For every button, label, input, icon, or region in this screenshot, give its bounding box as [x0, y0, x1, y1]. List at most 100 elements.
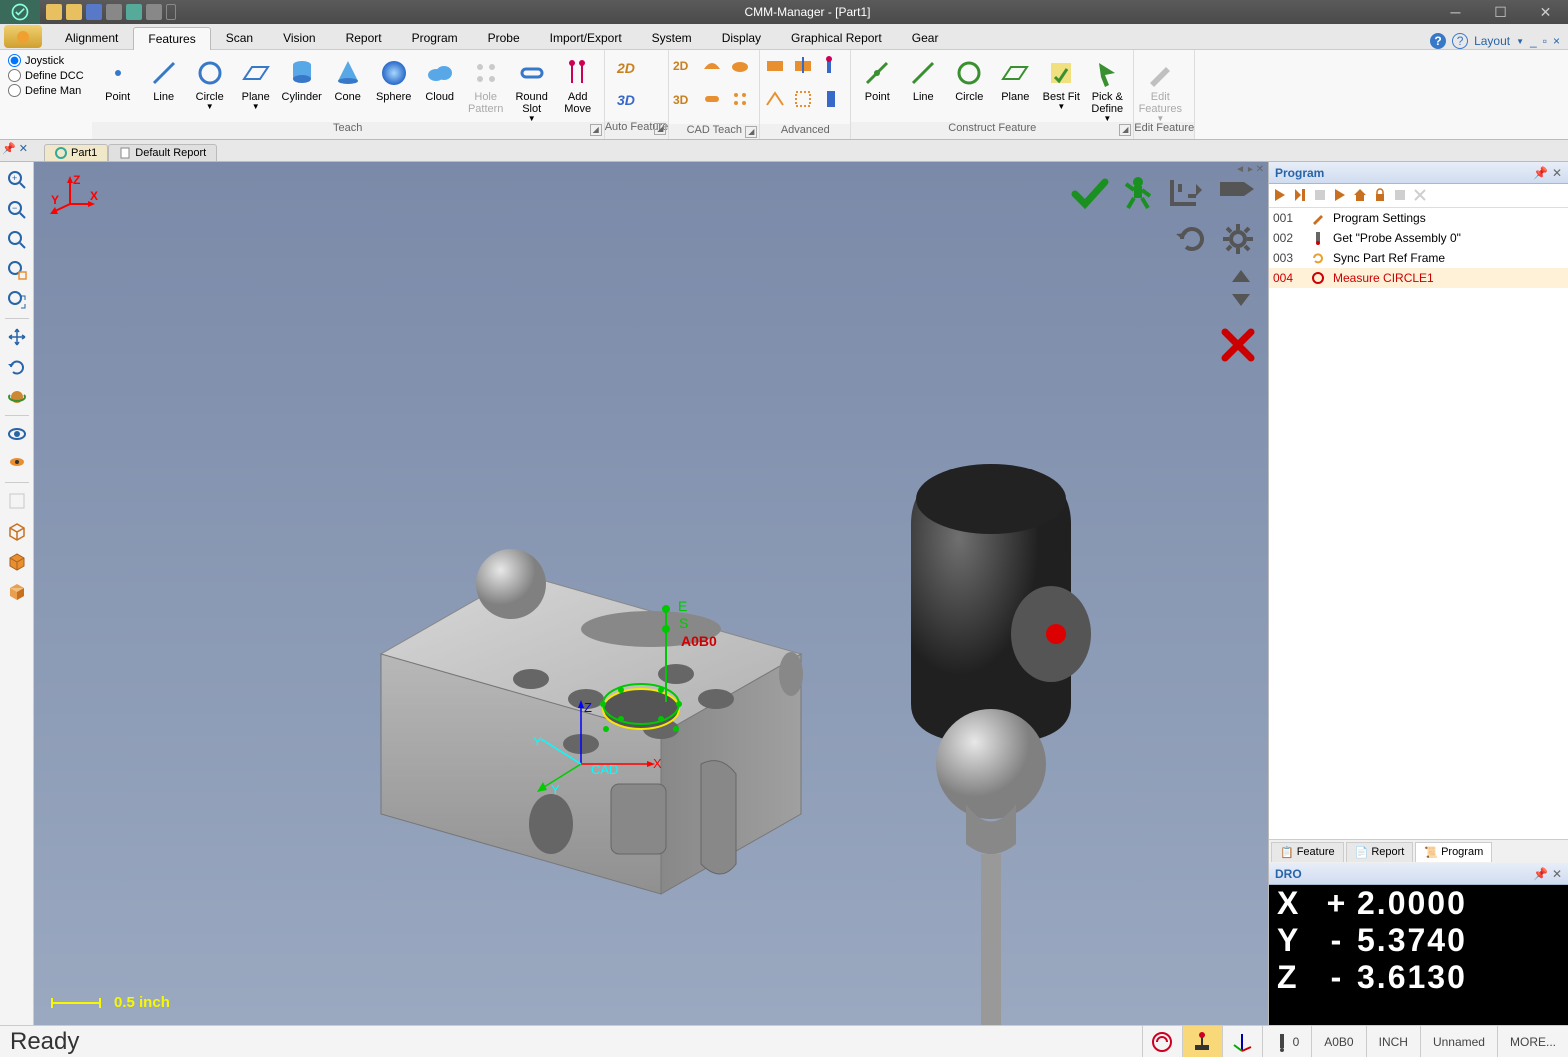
tab-program[interactable]: Program: [397, 26, 473, 49]
teach-cloud-button[interactable]: Cloud: [418, 52, 462, 120]
construct-circle-button[interactable]: Circle: [947, 52, 991, 120]
status-cs[interactable]: Unnamed: [1420, 1026, 1497, 1057]
prog-home-icon[interactable]: [1353, 188, 1369, 204]
prog-toggle1-icon[interactable]: [1393, 188, 1409, 204]
zoom-window-icon[interactable]: [3, 256, 31, 284]
prog-stop-icon[interactable]: [1313, 188, 1329, 204]
align-icon[interactable]: [1166, 174, 1206, 215]
teach-sphere-button[interactable]: Sphere: [372, 52, 416, 120]
adv-1-button[interactable]: [764, 54, 786, 76]
minimize-button[interactable]: ─: [1433, 0, 1478, 24]
tab-vision[interactable]: Vision: [268, 26, 330, 49]
zoom-fit-icon[interactable]: [3, 226, 31, 254]
tab-gear[interactable]: Gear: [897, 26, 954, 49]
radio-define-man[interactable]: Define Man: [8, 84, 84, 97]
tab-alignment[interactable]: Alignment: [50, 26, 133, 49]
accept-icon[interactable]: [1070, 174, 1110, 215]
cad-2d-button[interactable]: 2D: [673, 54, 695, 76]
auto-dialog-launcher[interactable]: ◢: [654, 123, 666, 135]
teach-circle-button[interactable]: Circle▼: [188, 52, 232, 120]
construct-bestfit-button[interactable]: Best Fit▼: [1039, 52, 1083, 120]
qat-open-icon[interactable]: [66, 4, 82, 20]
pan-icon[interactable]: [3, 323, 31, 351]
construct-dialog-launcher[interactable]: ◢: [1119, 124, 1131, 136]
adv-5-button[interactable]: [792, 88, 814, 110]
program-row[interactable]: 003Sync Part Ref Frame: [1269, 248, 1568, 268]
help-icon[interactable]: ?: [1430, 33, 1446, 49]
qat-refresh-icon[interactable]: [126, 4, 142, 20]
close-child-icon[interactable]: ×: [1553, 34, 1560, 48]
zoom-in-icon[interactable]: +: [3, 166, 31, 194]
status-sync-icon[interactable]: [1142, 1026, 1182, 1057]
tab-scan[interactable]: Scan: [211, 26, 268, 49]
adv-4-button[interactable]: [764, 88, 786, 110]
qat-print-icon[interactable]: [106, 4, 122, 20]
close-button[interactable]: ✕: [1523, 0, 1568, 24]
prog-play2-icon[interactable]: [1333, 188, 1349, 204]
qat-more-icon[interactable]: [166, 4, 176, 20]
qat-undo-icon[interactable]: [146, 4, 162, 20]
expand-vert-icon[interactable]: [1226, 268, 1256, 313]
teach-cylinder-button[interactable]: Cylinder: [280, 52, 324, 120]
view-search-icon[interactable]: [3, 450, 31, 478]
status-joystick-icon[interactable]: [1182, 1026, 1222, 1057]
program-row[interactable]: 004Measure CIRCLE1: [1269, 268, 1568, 288]
tab-system[interactable]: System: [637, 26, 707, 49]
teach-round-slot-button[interactable]: Round Slot▼: [510, 52, 554, 120]
cad-3d-button[interactable]: 3D: [673, 88, 695, 110]
qat-save-icon[interactable]: [86, 4, 102, 20]
auto-3d-button[interactable]: 3D: [609, 84, 653, 116]
status-probe[interactable]: A0B0: [1311, 1026, 1365, 1057]
btab-feature[interactable]: 📋Feature: [1271, 842, 1344, 862]
probe-view-icon[interactable]: [1216, 174, 1256, 215]
rotate-view-icon[interactable]: [1174, 221, 1210, 262]
construct-plane-button[interactable]: Plane: [993, 52, 1037, 120]
teach-hole-pattern-button[interactable]: Hole Pattern: [464, 52, 508, 120]
construct-pick-define-button[interactable]: Pick & Define▼: [1085, 52, 1129, 120]
cad-cloud-button[interactable]: [729, 54, 751, 76]
status-axis-icon[interactable]: [1222, 1026, 1262, 1057]
cad-dialog-launcher[interactable]: ◢: [745, 126, 757, 138]
side-pin-icon[interactable]: 📌 ✕: [2, 142, 28, 155]
tab-report[interactable]: Report: [331, 26, 397, 49]
teach-plane-button[interactable]: Plane▼: [234, 52, 278, 120]
zoom-all-icon[interactable]: [3, 286, 31, 314]
teach-dialog-launcher[interactable]: ◢: [590, 124, 602, 136]
program-close-icon[interactable]: ✕: [1552, 166, 1562, 180]
3d-viewport[interactable]: ◄ ▸ ✕ Z Y X: [34, 162, 1268, 1025]
program-pin-icon[interactable]: 📌: [1533, 166, 1548, 180]
zoom-out-icon[interactable]: −: [3, 196, 31, 224]
doc-tab-default-report[interactable]: Default Report: [108, 144, 217, 161]
qat-new-icon[interactable]: [46, 4, 62, 20]
settings-gear-icon[interactable]: [1220, 221, 1256, 262]
status-unit[interactable]: INCH: [1366, 1026, 1420, 1057]
tab-import-export[interactable]: Import/Export: [535, 26, 637, 49]
adv-3-button[interactable]: [820, 54, 842, 76]
restore-child-icon[interactable]: ▫: [1543, 34, 1547, 48]
rotate-icon[interactable]: [3, 353, 31, 381]
program-row[interactable]: 001Program Settings: [1269, 208, 1568, 228]
teach-point-button[interactable]: Point: [96, 52, 140, 120]
maximize-button[interactable]: ☐: [1478, 0, 1523, 24]
view-eye-icon[interactable]: [3, 420, 31, 448]
doc-tab-part1[interactable]: Part1: [44, 144, 108, 161]
teach-add-move-button[interactable]: Add Move: [556, 52, 600, 120]
prog-toggle2-icon[interactable]: [1413, 188, 1429, 204]
program-list[interactable]: 001Program Settings 002Get "Probe Assemb…: [1269, 208, 1568, 839]
status-more[interactable]: MORE...: [1497, 1026, 1568, 1057]
tab-features[interactable]: Features: [133, 27, 210, 50]
help2-icon[interactable]: ?: [1452, 33, 1468, 49]
btab-report[interactable]: 📄Report: [1346, 842, 1414, 862]
file-menu-orb[interactable]: [4, 25, 42, 48]
iso-view-icon[interactable]: [3, 517, 31, 545]
btab-program[interactable]: 📜Program: [1415, 842, 1492, 862]
cad-surface-button[interactable]: [701, 54, 723, 76]
radio-joystick[interactable]: Joystick: [8, 54, 84, 67]
tab-display[interactable]: Display: [707, 26, 776, 49]
layout-menu[interactable]: Layout: [1474, 34, 1510, 48]
edit-features-button[interactable]: Edit Features▼: [1138, 52, 1182, 120]
minimize-ribbon-icon[interactable]: _: [1530, 34, 1537, 48]
adv-6-button[interactable]: [820, 88, 842, 110]
adv-2-button[interactable]: [792, 54, 814, 76]
construct-point-button[interactable]: Point: [855, 52, 899, 120]
